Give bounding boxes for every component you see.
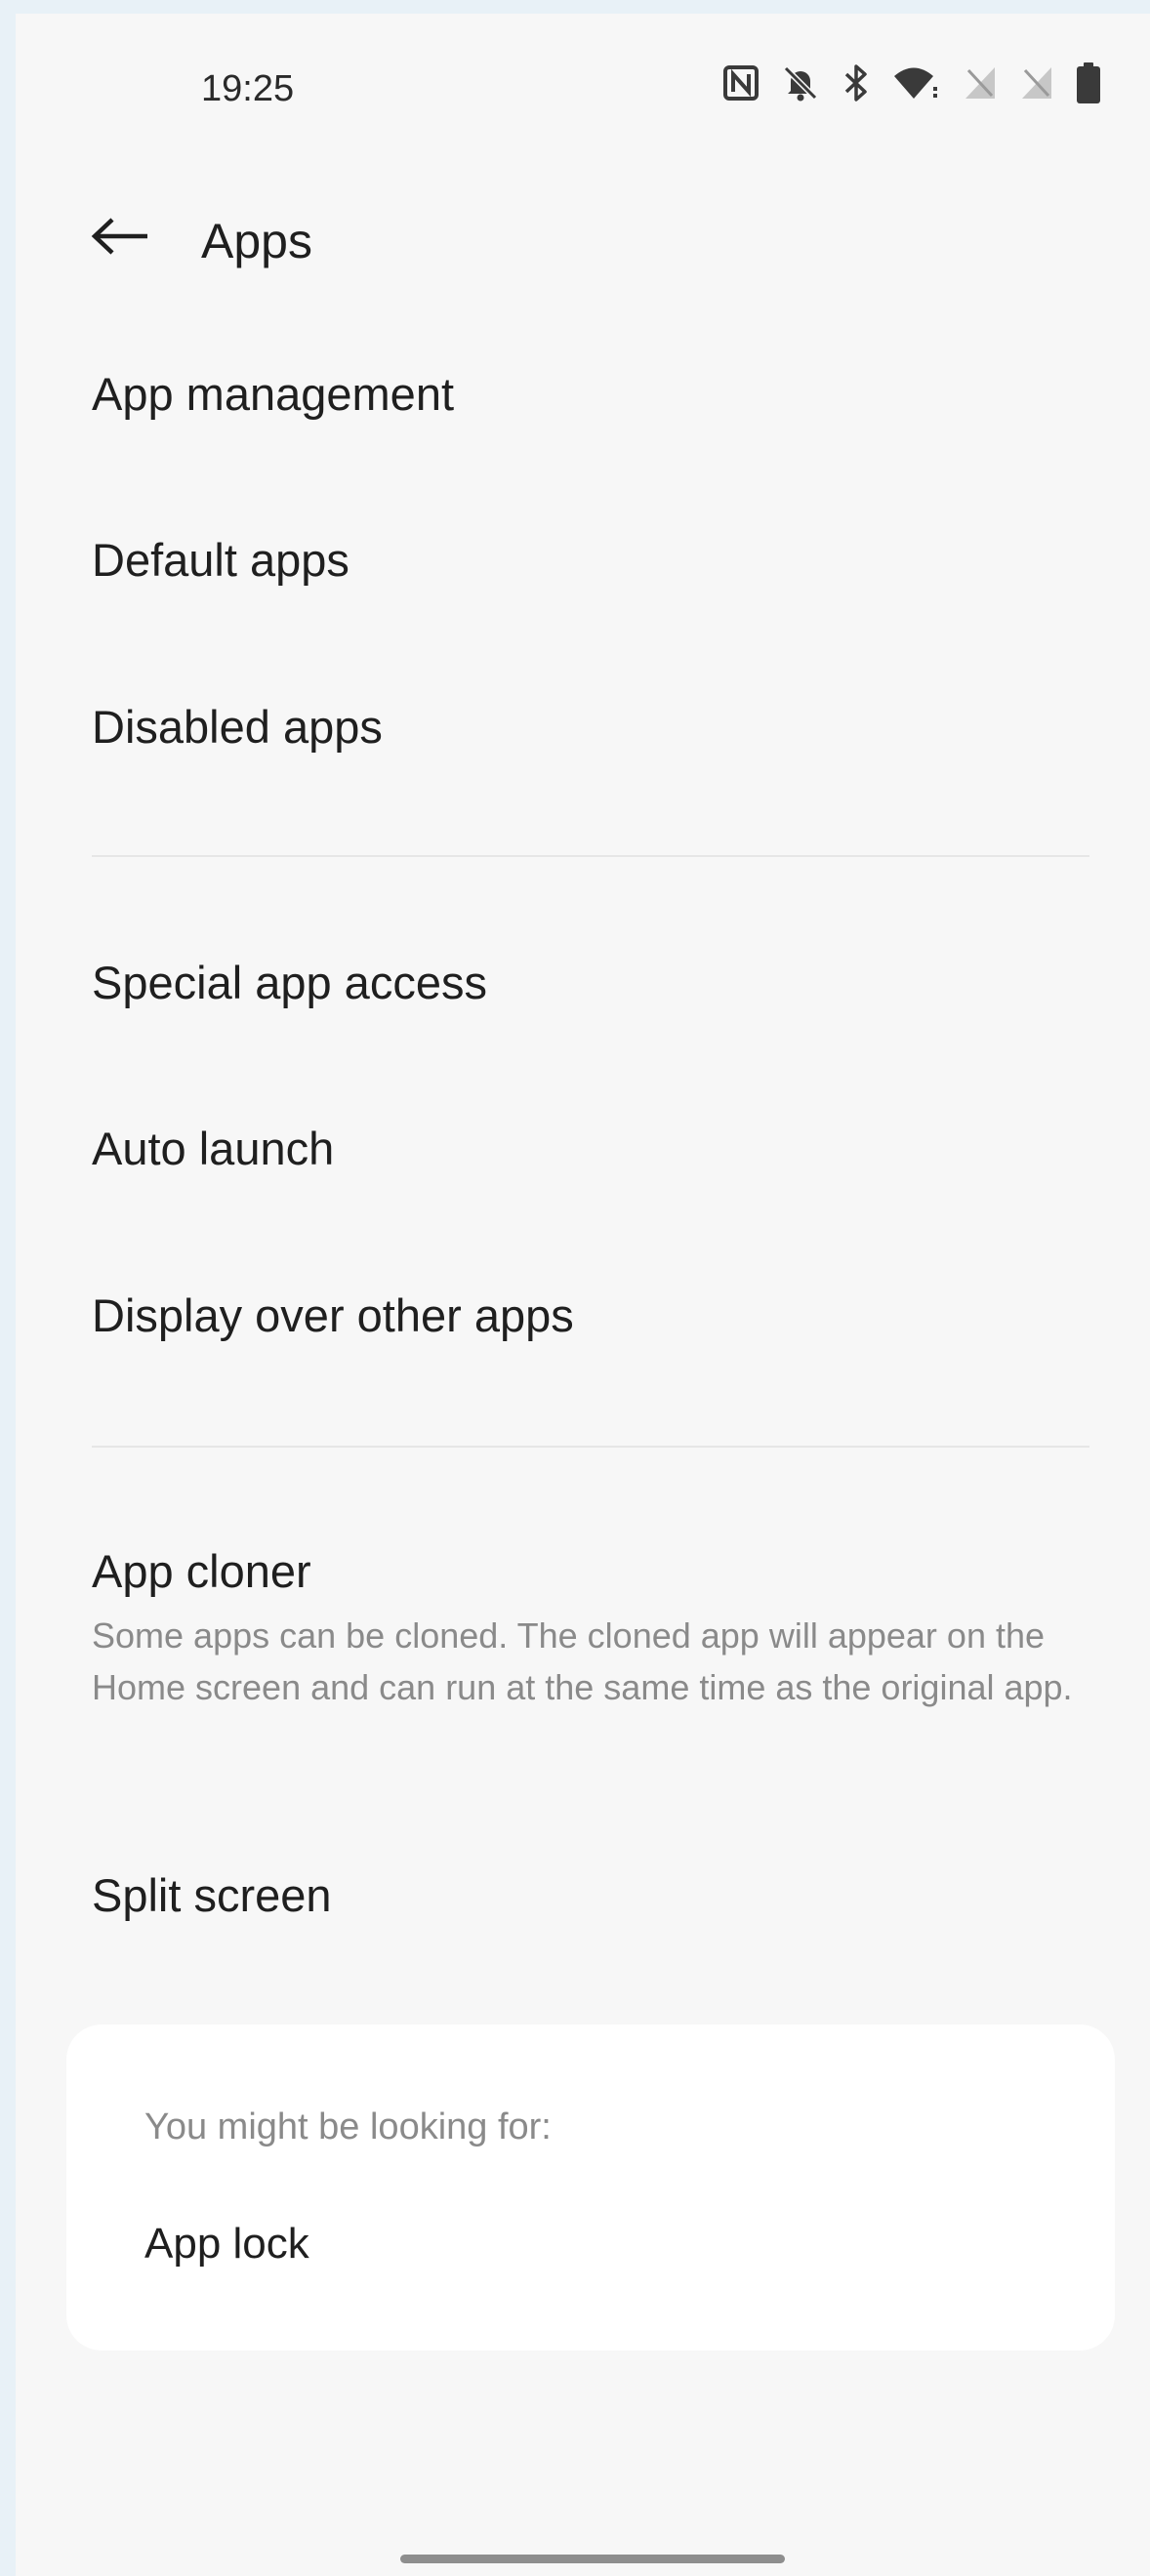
no-sim-icon <box>1019 64 1054 102</box>
menu-item-split-screen[interactable]: Split screen <box>92 1868 1111 1922</box>
bluetooth-icon <box>842 63 871 102</box>
no-sim-icon <box>963 64 998 102</box>
home-indicator[interactable] <box>400 2555 785 2563</box>
menu-item-app-cloner[interactable]: App cloner Some apps can be cloned. The … <box>92 1544 1111 1713</box>
menu-item-disabled-apps[interactable]: Disabled apps <box>92 700 1111 754</box>
bell-off-icon <box>781 63 820 102</box>
arrow-left-icon <box>91 217 149 261</box>
section-divider <box>92 1446 1089 1448</box>
wifi-icon <box>892 63 941 102</box>
page-title: Apps <box>201 214 312 268</box>
status-bar: 19:25 <box>16 14 1150 150</box>
menu-item-display-over-other-apps[interactable]: Display over other apps <box>92 1288 1111 1342</box>
status-time: 19:25 <box>201 68 295 109</box>
nfc-icon <box>722 64 760 102</box>
app-cloner-description: Some apps can be cloned. The cloned app … <box>92 1615 1073 1707</box>
page-header: Apps <box>16 189 1150 287</box>
back-button[interactable] <box>86 211 154 266</box>
settings-screen: 19:25 Apps App management Default apps D… <box>16 14 1150 2576</box>
suggestion-heading: You might be looking for: <box>144 2106 552 2147</box>
suggestion-card: You might be looking for: App lock <box>66 2024 1115 2351</box>
suggestion-item-app-lock[interactable]: App lock <box>144 2220 309 2269</box>
status-icons <box>722 62 1101 103</box>
menu-item-special-app-access[interactable]: Special app access <box>92 956 1111 1009</box>
app-cloner-title: App cloner <box>92 1545 311 1597</box>
menu-item-app-management[interactable]: App management <box>92 367 1111 421</box>
menu-item-default-apps[interactable]: Default apps <box>92 533 1111 587</box>
section-divider <box>92 855 1089 857</box>
battery-icon <box>1076 62 1101 103</box>
menu-item-auto-launch[interactable]: Auto launch <box>92 1122 1111 1175</box>
